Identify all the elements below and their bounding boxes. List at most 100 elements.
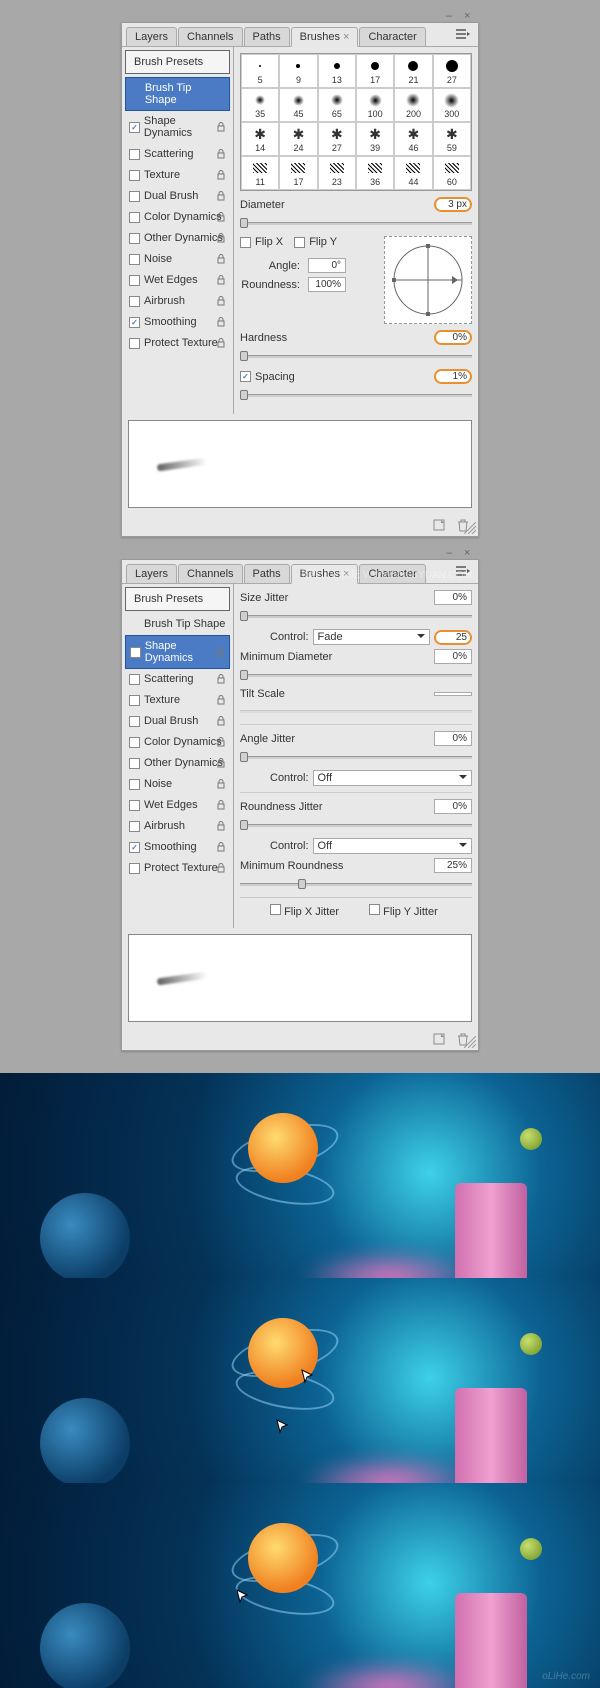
sidebar-checkbox[interactable] [129, 296, 140, 307]
brush-preset-46[interactable]: ✱46 [394, 122, 432, 156]
brush-preset-grid[interactable]: 5913172127354565100200300✱14✱24✱27✱39✱46… [240, 53, 472, 191]
sidebar-checkbox[interactable] [129, 317, 140, 328]
sidebar-checkbox[interactable] [129, 737, 140, 748]
tab-brushes[interactable]: Brushes× [291, 27, 359, 47]
roundness-jitter-value[interactable]: 0% [434, 799, 472, 814]
sidebar-item-scattering[interactable]: Scattering [125, 144, 230, 165]
brush-preset-27[interactable]: ✱27 [318, 122, 356, 156]
sidebar-item-smoothing[interactable]: Smoothing [125, 312, 230, 333]
min-diameter-value[interactable]: 0% [434, 649, 472, 664]
brush-preset-5[interactable]: 5 [241, 54, 279, 88]
sidebar-checkbox[interactable] [129, 122, 140, 133]
size-jitter-value[interactable]: 0% [434, 590, 472, 605]
min-diameter-slider[interactable] [240, 668, 472, 682]
new-icon[interactable] [432, 1032, 446, 1046]
sidebar-item-protect-texture[interactable]: Protect Texture [125, 858, 230, 879]
sidebar-checkbox[interactable] [129, 191, 140, 202]
sidebar-item-dual-brush[interactable]: Dual Brush [125, 711, 230, 732]
diameter-slider[interactable] [240, 216, 472, 230]
sidebar-checkbox[interactable] [129, 779, 140, 790]
tab-channels[interactable]: Channels [178, 564, 242, 583]
spacing-value[interactable]: 1% [434, 369, 472, 384]
angle-jitter-value[interactable]: 0% [434, 731, 472, 746]
tab-close-icon[interactable]: × [343, 31, 349, 43]
sidebar-checkbox[interactable] [129, 170, 140, 181]
size-jitter-slider[interactable] [240, 609, 472, 623]
min-roundness-value[interactable]: 25% [434, 858, 472, 873]
brush-preset-17[interactable]: 17 [279, 156, 317, 190]
spacing-slider[interactable] [240, 388, 472, 402]
sidebar-item-scattering[interactable]: Scattering [125, 669, 230, 690]
sidebar-checkbox[interactable] [129, 338, 140, 349]
sidebar-item-dual-brush[interactable]: Dual Brush [125, 186, 230, 207]
flipy-jitter-checkbox[interactable] [369, 904, 380, 915]
brush-preset-200[interactable]: 200 [394, 88, 432, 122]
brush-preset-27[interactable]: 27 [433, 54, 471, 88]
sidebar-item-color-dynamics[interactable]: Color Dynamics [125, 207, 230, 228]
brush-preset-17[interactable]: 17 [356, 54, 394, 88]
tab-paths[interactable]: Paths [244, 27, 290, 46]
brush-preset-11[interactable]: 11 [241, 156, 279, 190]
brush-preset-36[interactable]: 36 [356, 156, 394, 190]
flipx-jitter-checkbox[interactable] [270, 904, 281, 915]
sidebar-item-brush-tip-shape[interactable]: Brush Tip Shape [125, 614, 230, 635]
sidebar-checkbox[interactable] [129, 842, 140, 853]
spacing-checkbox[interactable] [240, 371, 251, 382]
sidebar-item-texture[interactable]: Texture [125, 690, 230, 711]
sidebar-item-airbrush[interactable]: Airbrush [125, 816, 230, 837]
brush-preset-39[interactable]: ✱39 [356, 122, 394, 156]
flipy-checkbox[interactable] [294, 237, 305, 248]
sidebar-checkbox[interactable] [129, 821, 140, 832]
brush-preset-300[interactable]: 300 [433, 88, 471, 122]
flipx-checkbox[interactable] [240, 237, 251, 248]
fade-steps-value[interactable]: 25 [434, 630, 472, 645]
brush-preset-13[interactable]: 13 [318, 54, 356, 88]
brush-preset-21[interactable]: 21 [394, 54, 432, 88]
sidebar-checkbox[interactable] [129, 233, 140, 244]
close-icon[interactable]: × [464, 10, 474, 20]
brush-preset-44[interactable]: 44 [394, 156, 432, 190]
tab-layers[interactable]: Layers [126, 27, 177, 46]
sidebar-checkbox[interactable] [129, 254, 140, 265]
sidebar-checkbox[interactable] [129, 800, 140, 811]
sidebar-checkbox[interactable] [129, 695, 140, 706]
resize-handle[interactable] [464, 522, 476, 534]
sidebar-item-shape-dynamics[interactable]: Shape Dynamics [125, 111, 230, 144]
sidebar-checkbox[interactable] [129, 149, 140, 160]
sidebar-item-noise[interactable]: Noise [125, 249, 230, 270]
sidebar-checkbox[interactable] [129, 716, 140, 727]
sidebar-item-wet-edges[interactable]: Wet Edges [125, 270, 230, 291]
tab-channels[interactable]: Channels [178, 27, 242, 46]
tab-paths[interactable]: Paths [244, 564, 290, 583]
angle-control-select[interactable]: Off [313, 770, 472, 786]
brush-preset-24[interactable]: ✱24 [279, 122, 317, 156]
tab-character[interactable]: Character [359, 27, 425, 46]
sidebar-item-brush-tip-shape[interactable]: Brush Tip Shape [125, 77, 230, 111]
sidebar-item-protect-texture[interactable]: Protect Texture [125, 333, 230, 354]
roundness-jitter-slider[interactable] [240, 818, 472, 832]
sidebar-checkbox[interactable] [129, 758, 140, 769]
resize-handle[interactable] [464, 1036, 476, 1048]
sidebar-item-other-dynamics[interactable]: Other Dynamics [125, 228, 230, 249]
tab-layers[interactable]: Layers [126, 564, 177, 583]
sidebar-item-shape-dynamics[interactable]: Shape Dynamics [125, 635, 230, 669]
brush-preset-23[interactable]: 23 [318, 156, 356, 190]
angle-jitter-slider[interactable] [240, 750, 472, 764]
sidebar-item-other-dynamics[interactable]: Other Dynamics [125, 753, 230, 774]
roundness-value[interactable]: 100% [308, 277, 346, 292]
brush-preset-35[interactable]: 35 [241, 88, 279, 122]
sidebar-checkbox[interactable] [129, 674, 140, 685]
angle-value[interactable]: 0° [308, 258, 346, 273]
brush-preset-100[interactable]: 100 [356, 88, 394, 122]
brush-preset-59[interactable]: ✱59 [433, 122, 471, 156]
size-control-select[interactable]: Fade [313, 629, 430, 645]
sidebar-item-wet-edges[interactable]: Wet Edges [125, 795, 230, 816]
brush-angle-widget[interactable] [384, 236, 472, 324]
brush-preset-9[interactable]: 9 [279, 54, 317, 88]
roundness-control-select[interactable]: Off [313, 838, 472, 854]
sidebar-item-color-dynamics[interactable]: Color Dynamics [125, 732, 230, 753]
sidebar-checkbox[interactable] [129, 863, 140, 874]
sidebar-item-airbrush[interactable]: Airbrush [125, 291, 230, 312]
minimize-icon[interactable]: – [446, 547, 456, 557]
sidebar-checkbox[interactable] [129, 212, 140, 223]
